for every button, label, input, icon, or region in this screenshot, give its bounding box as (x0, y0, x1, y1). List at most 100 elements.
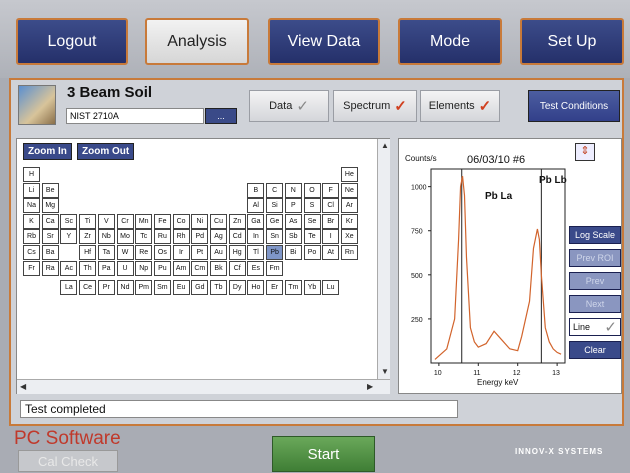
element-li[interactable]: Li (23, 182, 40, 198)
element-ir[interactable]: Ir (172, 245, 190, 260)
element-ce[interactable]: Ce (79, 280, 97, 296)
element-lu[interactable]: Lu (322, 280, 340, 296)
element-br[interactable]: Br (322, 213, 340, 229)
line-select[interactable]: Line ✓ (569, 318, 621, 336)
element-nb[interactable]: Nb (97, 229, 115, 245)
element-cm[interactable]: Cm (191, 260, 209, 276)
zoom-out-button[interactable]: Zoom Out (77, 143, 135, 160)
data-button[interactable]: Data ✓ (249, 90, 329, 122)
element-cs[interactable]: Cs (23, 245, 40, 260)
view-data-button[interactable]: View Data (268, 18, 380, 65)
element-zr[interactable]: Zr (79, 229, 97, 245)
element-u[interactable]: U (116, 260, 134, 276)
element-pb[interactable]: Pb (266, 245, 284, 260)
element-be[interactable]: Be (41, 182, 59, 198)
element-sr[interactable]: Sr (41, 229, 59, 245)
element-sn[interactable]: Sn (266, 229, 284, 245)
scroll-left-icon[interactable]: ◀ (20, 382, 26, 391)
element-eu[interactable]: Eu (172, 280, 190, 296)
element-co[interactable]: Co (172, 213, 190, 229)
cal-check-button[interactable]: Cal Check (18, 450, 118, 472)
element-ne[interactable]: Ne (340, 182, 358, 198)
element-nd[interactable]: Nd (116, 280, 134, 296)
element-na[interactable]: Na (23, 198, 40, 214)
element-in[interactable]: In (247, 229, 265, 245)
element-po[interactable]: Po (303, 245, 321, 260)
element-xe[interactable]: Xe (340, 229, 358, 245)
clear-button[interactable]: Clear (569, 341, 621, 359)
element-pm[interactable]: Pm (135, 280, 153, 296)
logout-button[interactable]: Logout (16, 18, 128, 65)
element-la[interactable]: La (60, 280, 78, 296)
element-tm[interactable]: Tm (284, 280, 302, 296)
element-sm[interactable]: Sm (153, 280, 171, 296)
scroll-down-icon[interactable]: ▼ (381, 367, 389, 376)
element-re[interactable]: Re (135, 245, 153, 260)
element-h[interactable]: H (23, 167, 40, 182)
element-o[interactable]: O (303, 182, 321, 198)
element-mo[interactable]: Mo (116, 229, 134, 245)
element-ni[interactable]: Ni (191, 213, 209, 229)
element-ag[interactable]: Ag (210, 229, 227, 245)
element-rn[interactable]: Rn (340, 245, 358, 260)
element-au[interactable]: Au (210, 245, 227, 260)
element-gd[interactable]: Gd (191, 280, 209, 296)
next-button[interactable]: Next (569, 295, 621, 313)
element-se[interactable]: Se (303, 213, 321, 229)
element-pt[interactable]: Pt (191, 245, 209, 260)
start-button[interactable]: Start (272, 436, 375, 472)
element-te[interactable]: Te (303, 229, 321, 245)
element-os[interactable]: Os (153, 245, 171, 260)
test-conditions-button[interactable]: Test Conditions (528, 90, 620, 122)
element-pr[interactable]: Pr (97, 280, 115, 296)
element-ti[interactable]: Ti (79, 213, 97, 229)
element-ta[interactable]: Ta (97, 245, 115, 260)
element-i[interactable]: I (322, 229, 340, 245)
element-np[interactable]: Np (135, 260, 153, 276)
element-sb[interactable]: Sb (284, 229, 302, 245)
element-fe[interactable]: Fe (153, 213, 171, 229)
element-b[interactable]: B (247, 182, 265, 198)
element-ra[interactable]: Ra (41, 260, 59, 276)
element-si[interactable]: Si (266, 198, 284, 214)
element-zn[interactable]: Zn (228, 213, 246, 229)
element-er[interactable]: Er (266, 280, 284, 296)
element-ru[interactable]: Ru (153, 229, 171, 245)
element-s[interactable]: S (303, 198, 321, 214)
autoscale-icon[interactable]: ⇕ (575, 143, 595, 161)
prev-roi-button[interactable]: Prev ROI (569, 249, 621, 267)
element-hf[interactable]: Hf (79, 245, 97, 260)
element-ar[interactable]: Ar (340, 198, 358, 214)
element-ca[interactable]: Ca (41, 213, 59, 229)
element-ho[interactable]: Ho (247, 280, 265, 296)
vertical-scrollbar[interactable]: ▲ ▼ (377, 139, 390, 379)
scroll-up-icon[interactable]: ▲ (381, 141, 389, 150)
element-sc[interactable]: Sc (60, 213, 78, 229)
element-ge[interactable]: Ge (266, 213, 284, 229)
element-es[interactable]: Es (247, 260, 265, 276)
log-scale-button[interactable]: Log Scale (569, 226, 621, 244)
element-f[interactable]: F (322, 182, 340, 198)
zoom-in-button[interactable]: Zoom In (23, 143, 72, 160)
element-w[interactable]: W (116, 245, 134, 260)
element-al[interactable]: Al (247, 198, 265, 214)
element-n[interactable]: N (284, 182, 302, 198)
elements-button[interactable]: Elements ✓ (420, 90, 500, 122)
element-pd[interactable]: Pd (191, 229, 209, 245)
element-fr[interactable]: Fr (23, 260, 40, 276)
spectrum-button[interactable]: Spectrum ✓ (333, 90, 417, 122)
element-rh[interactable]: Rh (172, 229, 190, 245)
element-tc[interactable]: Tc (135, 229, 153, 245)
analysis-button[interactable]: Analysis (145, 18, 249, 65)
browse-button[interactable]: ... (205, 108, 237, 124)
element-v[interactable]: V (97, 213, 115, 229)
element-yb[interactable]: Yb (303, 280, 321, 296)
element-bi[interactable]: Bi (284, 245, 302, 260)
element-th[interactable]: Th (79, 260, 97, 276)
element-p[interactable]: P (284, 198, 302, 214)
element-cr[interactable]: Cr (116, 213, 134, 229)
sample-name-field[interactable]: NIST 2710A (66, 108, 204, 124)
element-cu[interactable]: Cu (210, 213, 227, 229)
horizontal-scrollbar[interactable]: ◀ ▶ (17, 379, 390, 394)
element-pu[interactable]: Pu (153, 260, 171, 276)
